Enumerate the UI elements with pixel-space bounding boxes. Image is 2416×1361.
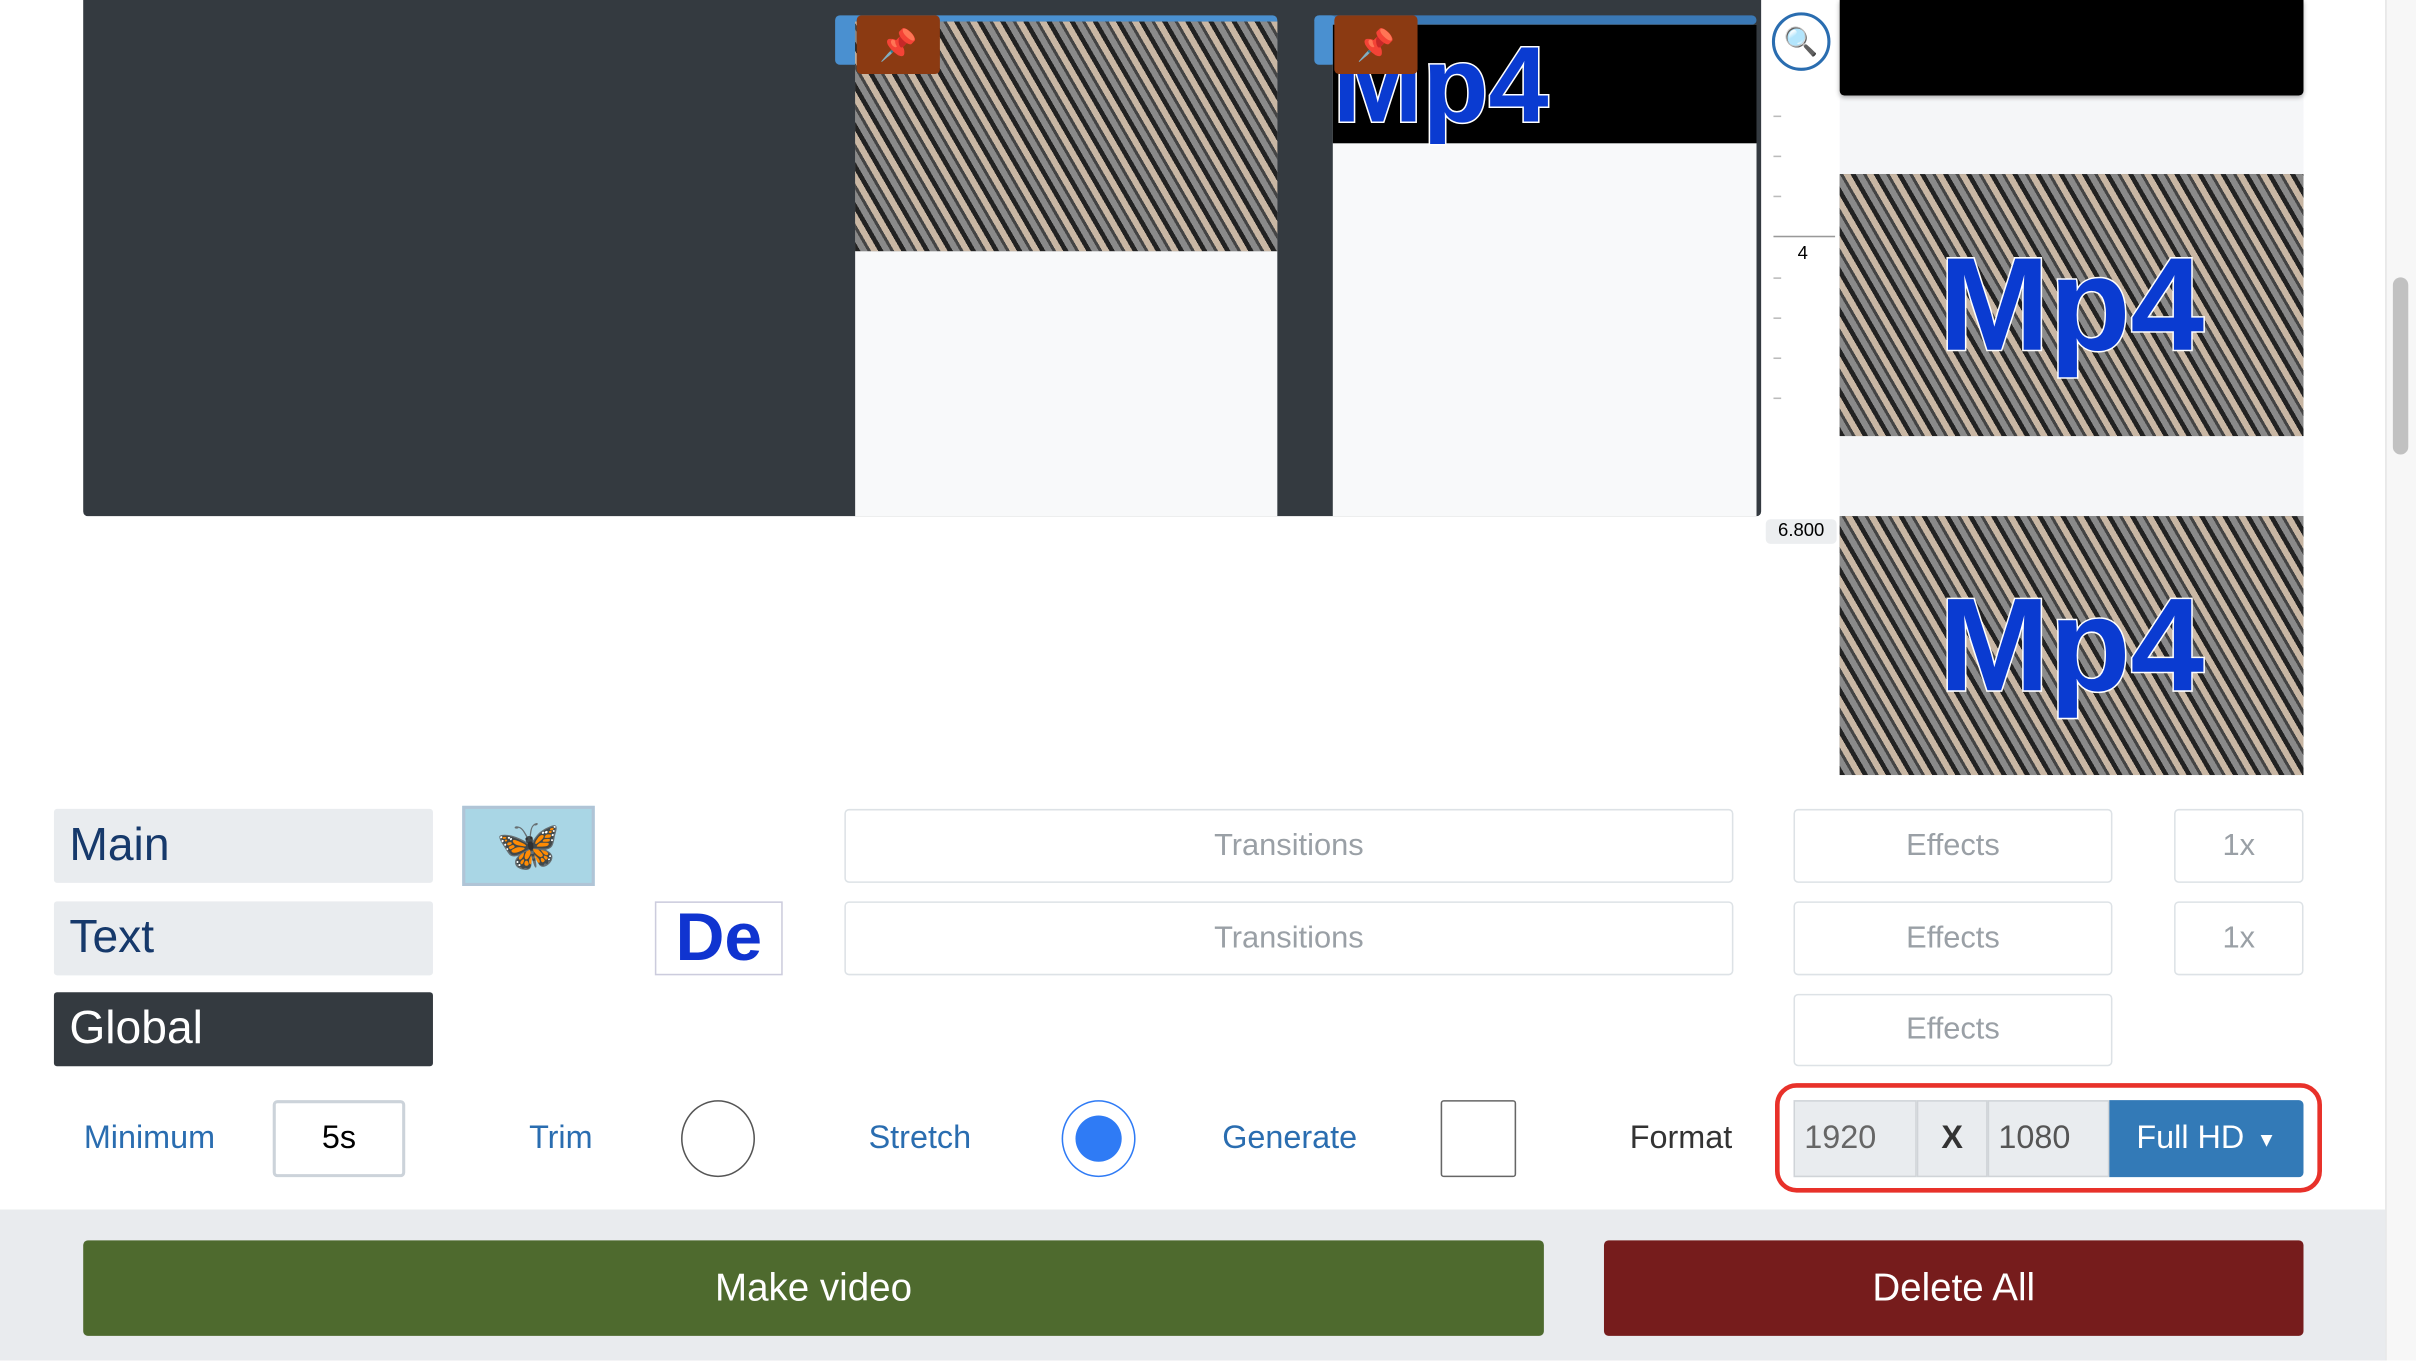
timeline-clip[interactable] [855, 21, 1278, 517]
scrollbar-track[interactable] [2385, 0, 2416, 1361]
effects-button[interactable]: Effects [1793, 993, 2113, 1067]
generate-checkbox[interactable] [1440, 1100, 1517, 1178]
speed-button[interactable]: 1x [2174, 808, 2304, 883]
effects-button[interactable]: Effects [1793, 901, 2113, 976]
format-preset-dropdown[interactable]: Full HD ▼ [2109, 1100, 2304, 1178]
width-input[interactable]: 1920 [1793, 1100, 1917, 1178]
stretch-radio[interactable] [1061, 1100, 1136, 1178]
format-preset-value: Full HD [2136, 1120, 2245, 1156]
format-label: Format [1629, 1120, 1733, 1156]
zoom-in-icon[interactable]: 🔍 [1771, 12, 1831, 71]
trim-label: Trim [529, 1120, 593, 1156]
timeline-clip[interactable]: Mp4 [1331, 24, 1757, 517]
transitions-button[interactable]: Transitions [844, 901, 1734, 976]
minimum-label: Minimum [83, 1120, 216, 1156]
pushpin-icon[interactable]: 📌 [856, 15, 940, 74]
track-label-text[interactable]: Text [53, 901, 433, 976]
preview-thumb[interactable]: Mp4 [1839, 516, 2304, 776]
generate-label: Generate [1222, 1120, 1358, 1156]
preview-thumb[interactable]: Mp4 [1839, 174, 2304, 437]
ruler-major-tick [1773, 235, 1836, 238]
effects-button[interactable]: Effects [1793, 808, 2113, 883]
height-input[interactable]: 1080 [1987, 1100, 2110, 1178]
transitions-button[interactable]: Transitions [844, 808, 1734, 883]
speed-button[interactable]: 1x [2174, 901, 2304, 976]
butterfly-thumbnail[interactable]: 🦋 [462, 805, 595, 886]
make-video-button[interactable]: Make video [83, 1240, 1544, 1336]
track-label-global[interactable]: Global [53, 992, 433, 1067]
preview-thumb-black[interactable] [1839, 0, 2304, 96]
ruler-label: 4 [1797, 241, 1808, 264]
text-thumbnail[interactable]: De [654, 900, 783, 976]
delete-all-button[interactable]: Delete All [1603, 1240, 2304, 1336]
pushpin-icon[interactable]: 📌 [1334, 15, 1418, 74]
caret-down-icon: ▼ [2256, 1127, 2277, 1151]
track-label-main[interactable]: Main [53, 808, 433, 883]
dimension-separator: X [1916, 1100, 1988, 1178]
trim-radio[interactable] [681, 1100, 755, 1178]
ruler-end-label: 6.800 [1765, 519, 1837, 544]
scrollbar-thumb[interactable] [2392, 277, 2409, 455]
radio-dot [1075, 1115, 1122, 1162]
minimum-input[interactable] [272, 1100, 406, 1178]
stretch-label: Stretch [868, 1120, 972, 1156]
